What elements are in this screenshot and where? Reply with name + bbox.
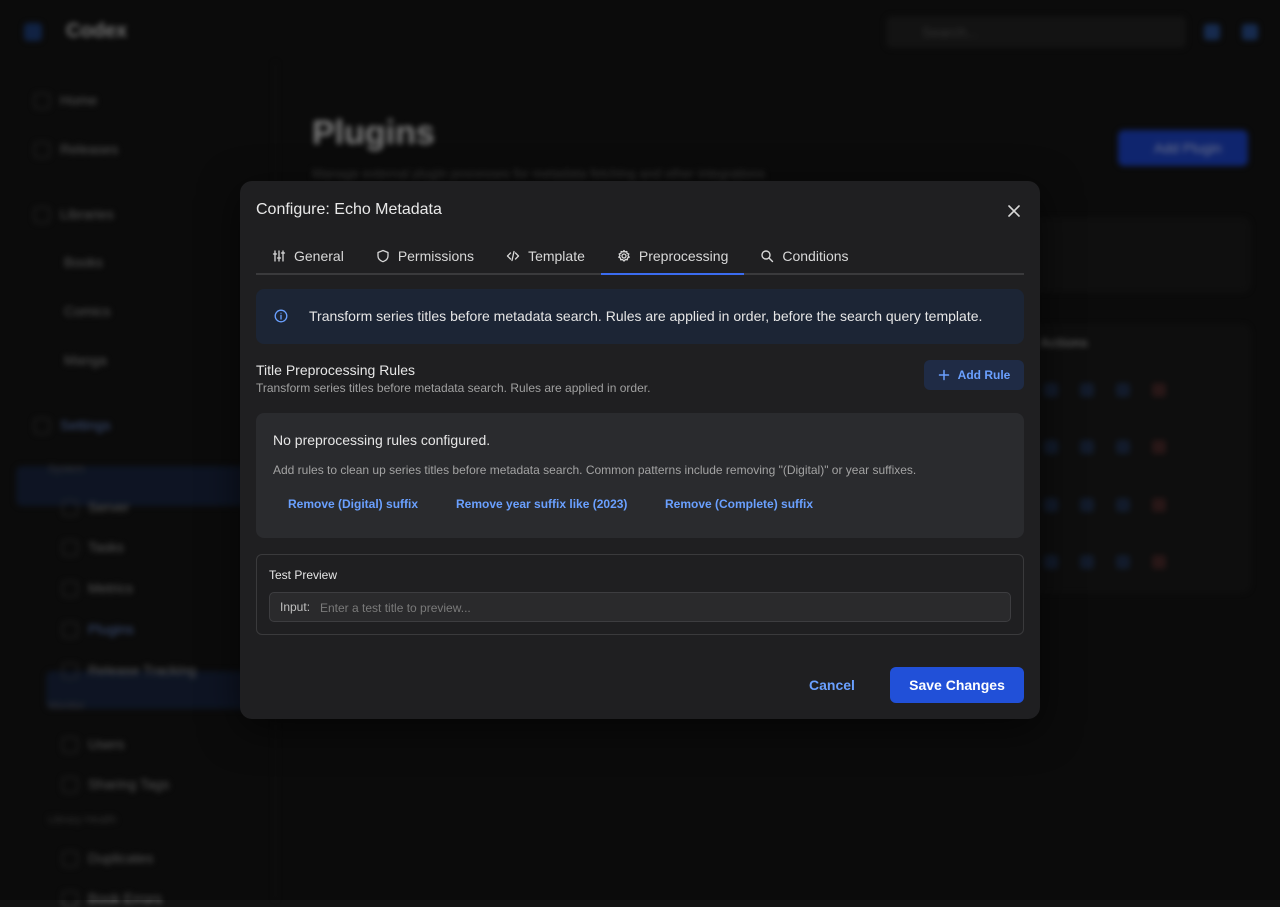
info-icon <box>274 309 288 323</box>
suggestion-remove-complete-button[interactable]: Remove (Complete) suffix <box>665 497 813 511</box>
tab-label: Permissions <box>397 248 475 264</box>
plus-icon <box>938 369 949 381</box>
info-text: Transform series titles before metadata … <box>309 308 983 324</box>
test-preview-input-label: Input: <box>280 600 311 614</box>
test-title-input[interactable] <box>318 596 1002 620</box>
tab-label: Template <box>528 248 585 264</box>
add-rule-label: Add Rule <box>957 368 1011 382</box>
close-button[interactable] <box>1004 201 1024 221</box>
tab-label: Preprocessing <box>638 248 729 264</box>
modal-tabs: General Permissions Template Preprocessi… <box>256 239 1024 275</box>
gear-icon <box>618 249 630 262</box>
tab-template[interactable]: Template <box>490 239 601 273</box>
shield-icon <box>377 249 389 263</box>
tab-preprocessing[interactable]: Preprocessing <box>600 239 745 275</box>
suggestion-remove-year-button[interactable]: Remove year suffix like (2023) <box>456 497 627 511</box>
add-rule-button[interactable]: Add Rule <box>924 360 1024 390</box>
save-changes-button[interactable]: Save Changes <box>890 667 1024 703</box>
test-preview-panel: Test Preview Input: <box>256 554 1024 635</box>
close-icon <box>1008 205 1020 217</box>
modal-title: Configure: Echo Metadata <box>256 201 442 218</box>
rules-section-title: Title Preprocessing Rules <box>256 362 415 378</box>
search-icon <box>761 250 774 263</box>
info-alert: Transform series titles before metadata … <box>256 289 1024 344</box>
rules-section-subtitle: Transform series titles before metadata … <box>256 381 651 395</box>
suggestion-remove-digital-button[interactable]: Remove (Digital) suffix <box>288 497 418 511</box>
code-icon <box>506 250 520 262</box>
test-preview-field: Input: <box>269 592 1011 622</box>
tab-label: Conditions <box>782 248 849 264</box>
tab-permissions[interactable]: Permissions <box>360 239 490 273</box>
test-preview-title: Test Preview <box>269 568 338 582</box>
empty-state-title: No preprocessing rules configured. <box>273 432 491 448</box>
tab-label: General <box>294 248 344 264</box>
empty-state-description: Add rules to clean up series titles befo… <box>273 463 917 477</box>
sliders-icon <box>272 250 286 262</box>
tab-conditions[interactable]: Conditions <box>744 239 864 273</box>
empty-rules-state: No preprocessing rules configured. Add r… <box>256 413 1024 538</box>
tab-general[interactable]: General <box>256 239 360 273</box>
cancel-button[interactable]: Cancel <box>790 667 874 703</box>
configure-plugin-modal: Configure: Echo Metadata General Permiss… <box>240 181 1040 719</box>
